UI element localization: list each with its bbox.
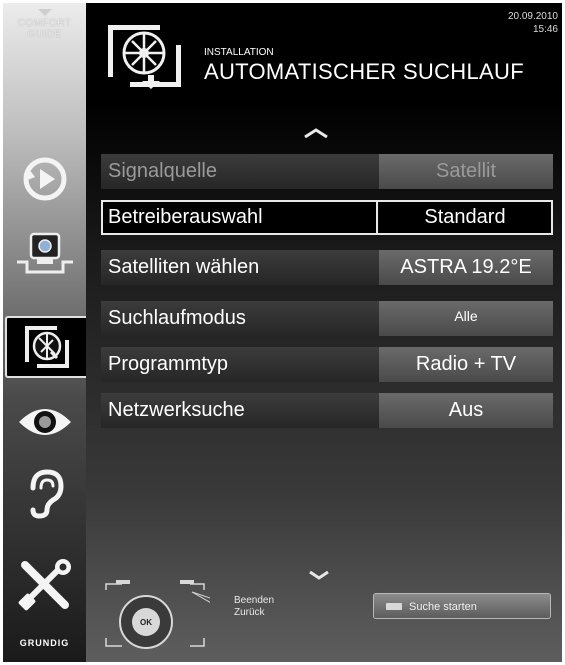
time-text: 15:46 bbox=[532, 24, 558, 35]
comfort-guide-button[interactable]: COMFORT GUIDE bbox=[3, 9, 86, 40]
settings-icon bbox=[18, 559, 71, 611]
page-title: AUTOMATISCHER SUCHLAUF bbox=[204, 59, 524, 84]
menu-row-programmtyp[interactable]: Programmtyp Radio + TV bbox=[101, 347, 553, 382]
sidebar-item-installation[interactable] bbox=[5, 316, 87, 378]
back-hint: Zurück bbox=[234, 607, 265, 618]
tv-menu-screen: COMFORT GUIDE GRUNDIG 20.09.2010 15:46 I… bbox=[3, 3, 562, 662]
row-label: Programmtyp bbox=[108, 353, 229, 375]
start-search-label: Suche starten bbox=[409, 601, 477, 613]
row-value: Alle bbox=[379, 301, 553, 336]
picture-icon bbox=[18, 409, 71, 435]
installation-icon bbox=[25, 326, 69, 368]
row-label: Betreiberauswahl bbox=[103, 202, 378, 233]
main-panel: 20.09.2010 15:46 INSTALLATION AUTOMATISC… bbox=[86, 3, 562, 662]
row-label: Satelliten wählen bbox=[108, 256, 260, 278]
row-value: Radio + TV bbox=[379, 347, 553, 382]
row-label: Signalquelle bbox=[108, 160, 217, 182]
menu-row-satelliten-waehlen[interactable]: Satelliten wählen ASTRA 19.2°E bbox=[101, 250, 553, 285]
red-key-icon bbox=[386, 603, 402, 610]
arrow-up-icon bbox=[37, 9, 52, 16]
sound-icon bbox=[30, 469, 64, 519]
row-value: Aus bbox=[379, 393, 553, 428]
start-search-button[interactable]: Suche starten bbox=[373, 593, 551, 619]
scroll-up-icon[interactable] bbox=[303, 127, 329, 139]
menu-row-netzwerksuche[interactable]: Netzwerksuche Aus bbox=[101, 393, 553, 428]
datetime: 20.09.2010 15:46 bbox=[508, 10, 558, 36]
menu-row-signalquelle[interactable]: Signalquelle Satellit bbox=[101, 154, 553, 189]
source-icon bbox=[16, 232, 73, 274]
row-label: Suchlaufmodus bbox=[108, 307, 246, 329]
sidebar-item-settings[interactable] bbox=[3, 556, 86, 614]
sidebar: COMFORT GUIDE GRUNDIG bbox=[3, 3, 87, 662]
row-value: ASTRA 19.2°E bbox=[379, 250, 553, 285]
menu-row-suchlaufmodus[interactable]: Suchlaufmodus Alle bbox=[101, 301, 553, 336]
playback-icon bbox=[23, 157, 66, 201]
page-subtitle: INSTALLATION bbox=[204, 47, 274, 58]
comfort-guide-label: COMFORT GUIDE bbox=[17, 18, 72, 40]
remote-ok-label: OK bbox=[140, 618, 152, 627]
brand-logo: GRUNDIG bbox=[19, 638, 70, 648]
installation-header-icon bbox=[108, 25, 181, 89]
remote-control-icon: OK bbox=[105, 580, 210, 649]
row-value: Standard bbox=[379, 202, 551, 233]
sidebar-item-picture[interactable] bbox=[3, 393, 86, 451]
scroll-down-icon[interactable] bbox=[308, 569, 330, 581]
menu-row-betreiberauswahl[interactable]: Betreiberauswahl Standard bbox=[101, 200, 553, 235]
sidebar-item-playback[interactable] bbox=[3, 150, 86, 208]
sidebar-item-sound[interactable] bbox=[3, 465, 86, 523]
sidebar-item-source[interactable] bbox=[3, 223, 86, 281]
exit-hint: Beenden bbox=[234, 595, 275, 606]
row-value: Satellit bbox=[379, 154, 553, 189]
row-label: Netzwerksuche bbox=[108, 399, 245, 421]
footer-hints: Beenden Zurück bbox=[234, 595, 274, 619]
date-text: 20.09.2010 bbox=[507, 11, 558, 22]
